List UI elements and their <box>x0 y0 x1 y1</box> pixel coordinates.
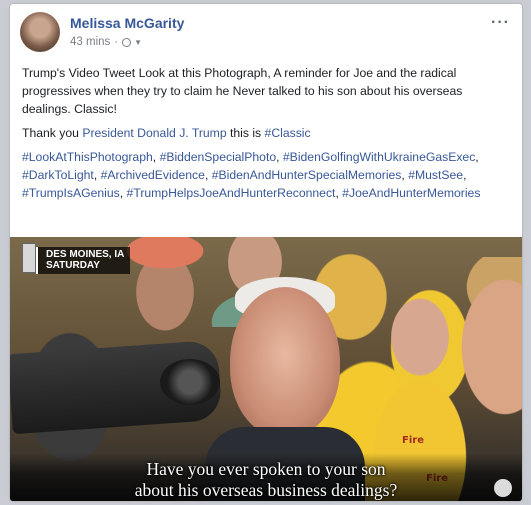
hashtag-link[interactable]: #DarkToLight <box>22 168 94 182</box>
hashtag-link[interactable]: #TrumpHelpsJoeAndHunterReconnect <box>127 186 336 200</box>
hashtag-link[interactable]: #BidenGolfingWithUkraineGasExec <box>283 150 475 164</box>
hashtag-list: #LookAtThisPhotograph, #BiddenSpecialPho… <box>22 150 481 200</box>
mention-link[interactable]: President Donald J. Trump <box>82 126 226 140</box>
post-meta: 43 mins · ▼ <box>70 36 142 48</box>
screenshot-frame: Melissa McGarity 43 mins · ▼ ··· Trump's… <box>0 0 531 505</box>
video-caption: Have you ever spoken to your son about h… <box>10 459 522 501</box>
meta-separator: · <box>114 36 119 48</box>
facebook-post: Melissa McGarity 43 mins · ▼ ··· Trump's… <box>10 4 522 501</box>
location-badge: DES MOINES, IA SATURDAY <box>36 247 131 274</box>
hashtag-link[interactable]: #MustSee <box>408 168 463 182</box>
thanks-prefix: Thank you <box>22 126 79 140</box>
hashtag-link[interactable]: #JoeAndHunterMemories <box>342 186 480 200</box>
hashtag-link[interactable]: #BidenAndHunterSpecialMemories <box>212 168 402 182</box>
hashtag-link[interactable]: #LookAtThisPhotograph <box>22 150 153 164</box>
thanks-middle: this is <box>230 126 262 140</box>
post-message: Trump's Video Tweet Look at this Photogr… <box>22 64 510 208</box>
mic-flag-icon <box>22 243 36 273</box>
chevron-down-icon[interactable]: ▼ <box>134 38 142 47</box>
caption-line: about his overseas business dealings? <box>134 480 398 500</box>
location-day: SATURDAY <box>46 260 100 271</box>
volume-icon[interactable] <box>494 479 512 497</box>
caption-line: Have you ever spoken to your son <box>146 459 386 479</box>
shirt-text: Fire <box>402 435 424 446</box>
hashtag-classic[interactable]: #Classic <box>265 126 311 140</box>
more-options-icon[interactable]: ··· <box>491 14 510 32</box>
video-player[interactable]: Fire Fire DES MOINES, IA SATURDAY Have y… <box>10 237 522 501</box>
hashtag-link[interactable]: #BiddenSpecialPhoto <box>160 150 277 164</box>
author-name[interactable]: Melissa McGarity <box>70 15 184 31</box>
hashtag-link[interactable]: #TrumpIsAGenius <box>22 186 120 200</box>
message-paragraph: Trump's Video Tweet Look at this Photogr… <box>22 66 463 116</box>
camera-lens <box>160 359 220 405</box>
hashtag-link[interactable]: #ArchivedEvidence <box>101 168 205 182</box>
post-header: Melissa McGarity 43 mins · ▼ ··· <box>10 4 522 58</box>
timestamp[interactable]: 43 mins <box>70 36 110 48</box>
avatar[interactable] <box>20 12 60 52</box>
location-city: DES MOINES, IA <box>46 249 125 260</box>
globe-icon[interactable] <box>122 37 132 47</box>
thanks-line: Thank you President Donald J. Trump this… <box>22 124 510 142</box>
